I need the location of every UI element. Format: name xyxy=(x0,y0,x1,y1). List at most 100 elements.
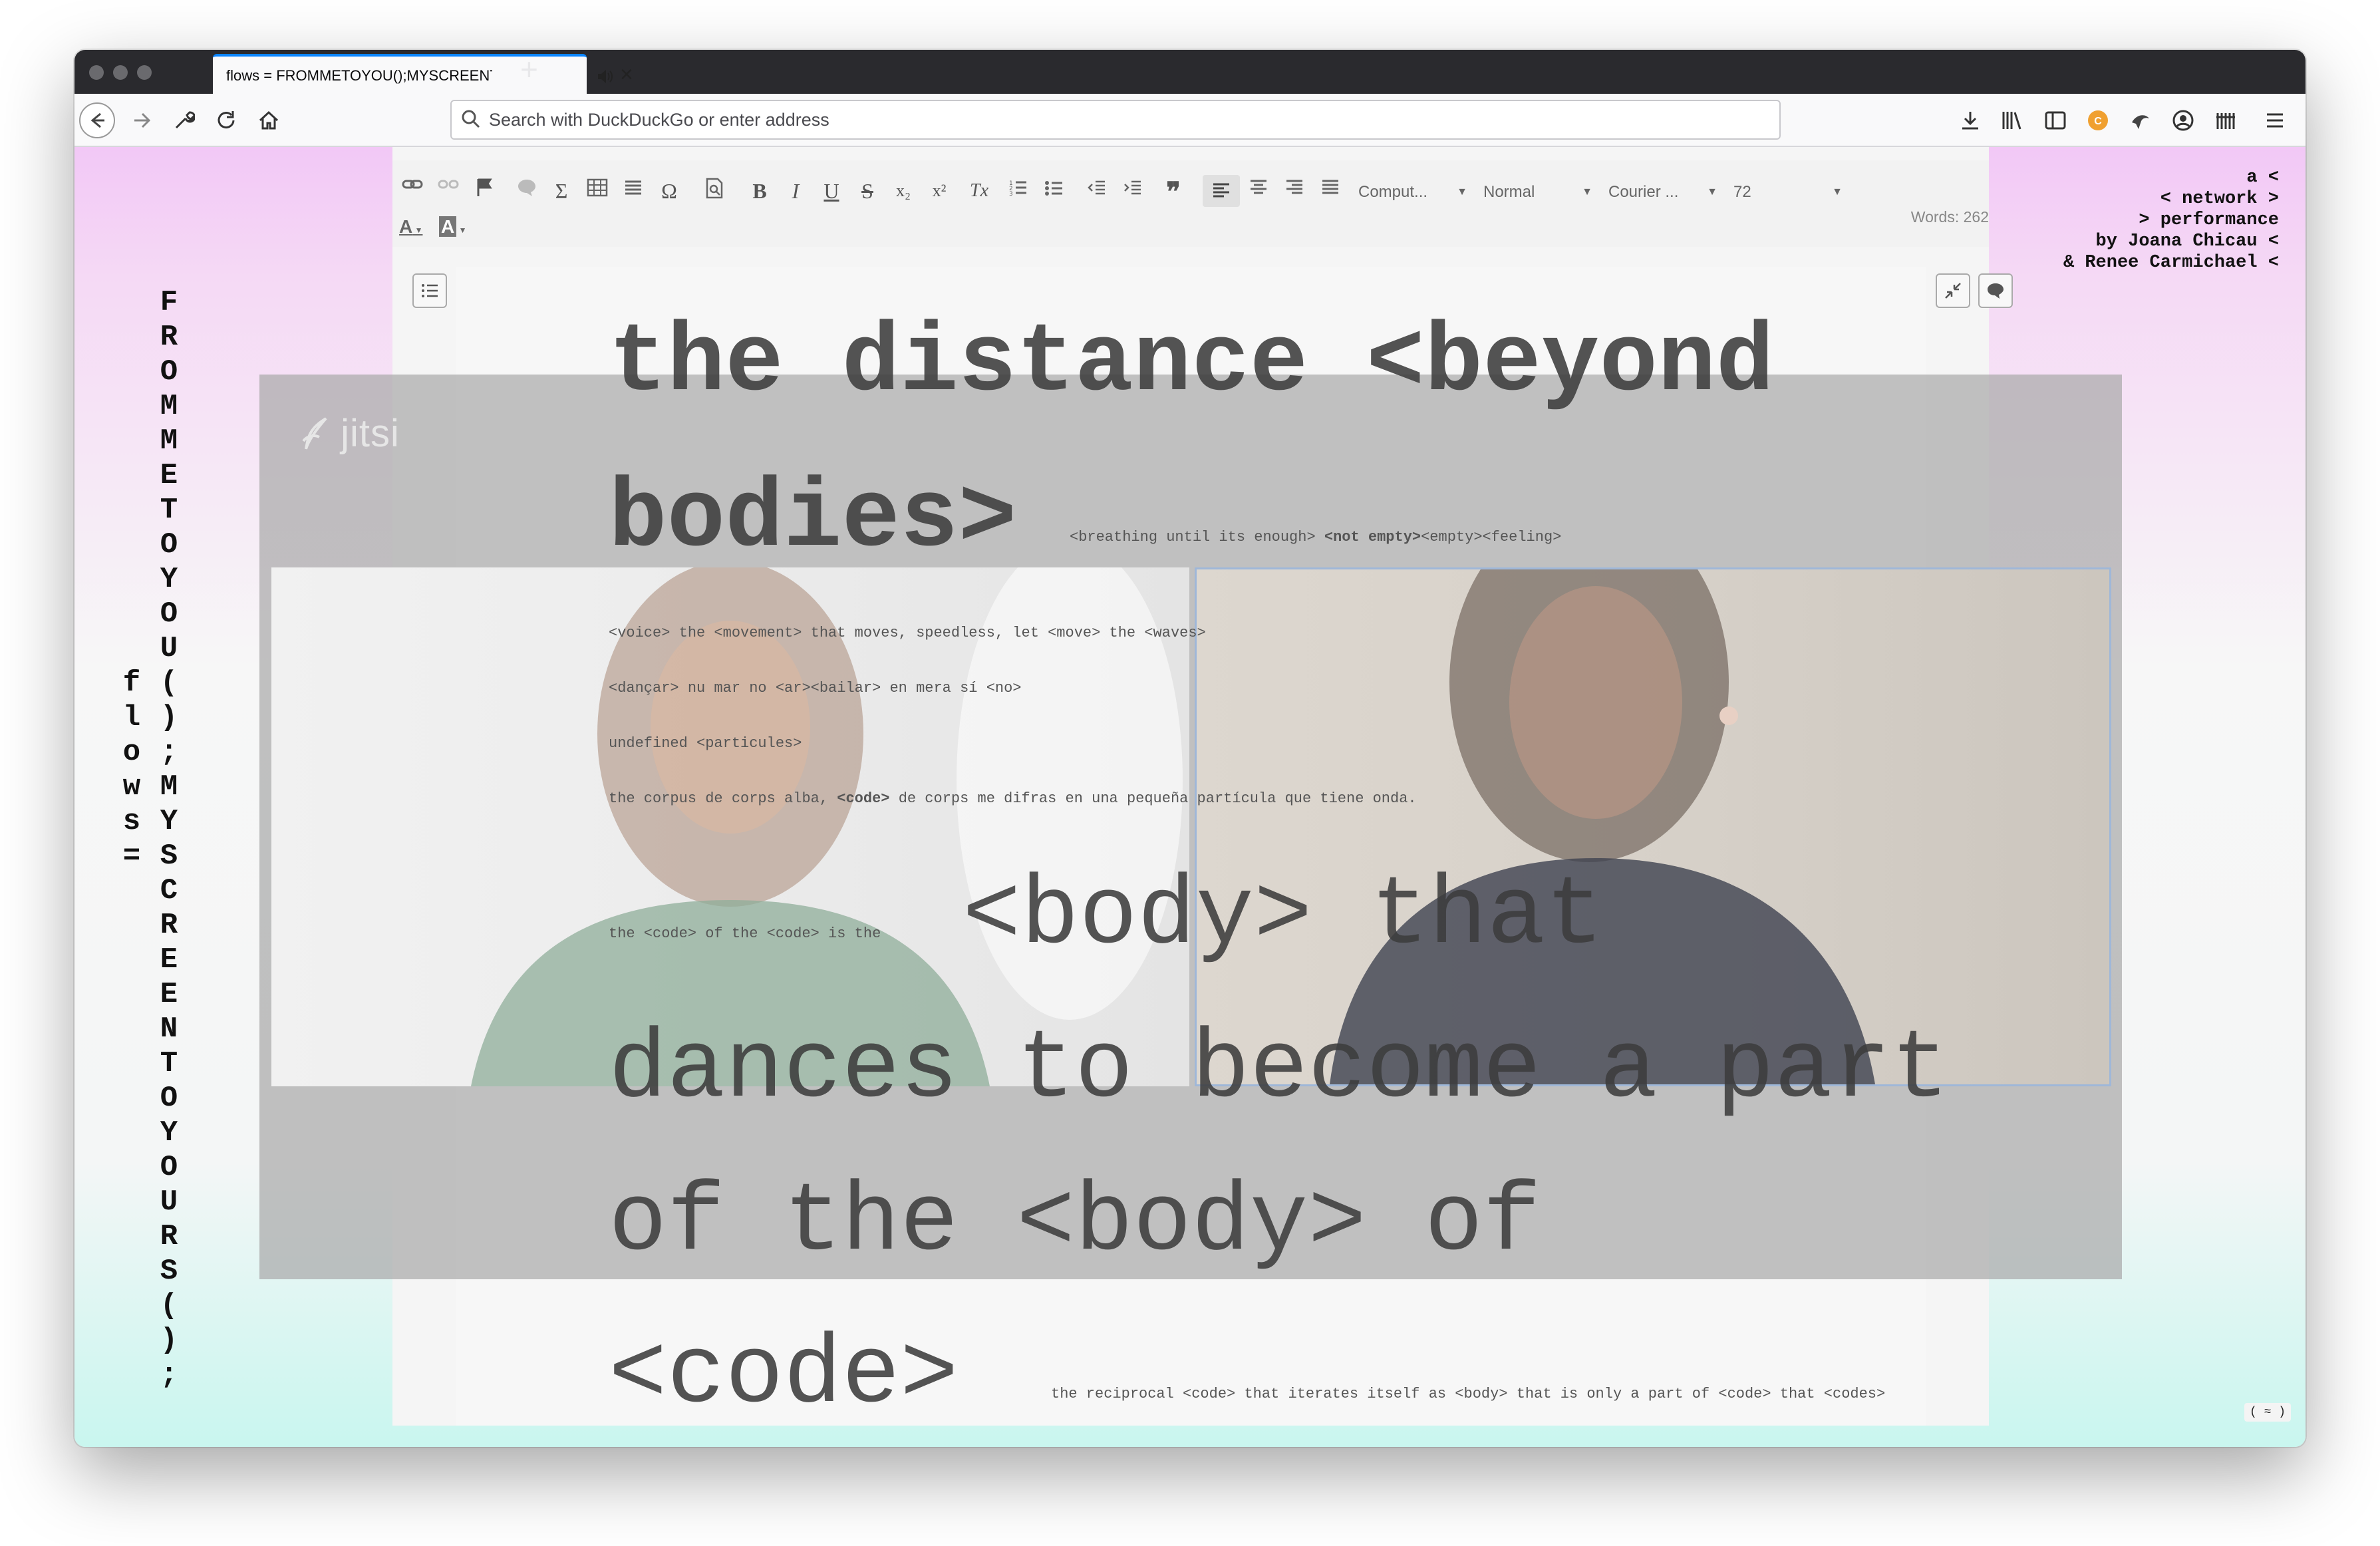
align-justify-button[interactable] xyxy=(1314,178,1346,198)
heading-line-2: bodies> xyxy=(609,464,1017,574)
close-tab-icon[interactable]: × xyxy=(620,63,633,86)
text-line-undefined: undefined <particules> xyxy=(609,735,802,752)
sigma-icon[interactable]: Σ xyxy=(545,178,577,204)
window-close-dot[interactable] xyxy=(89,65,104,80)
flag-icon[interactable] xyxy=(468,178,500,198)
account-icon[interactable] xyxy=(2163,100,2203,140)
vertical-title-flows: flows = xyxy=(122,667,141,873)
font-color-button[interactable]: A ▼ xyxy=(399,214,436,243)
corpus-bold-text: <code> xyxy=(837,790,890,807)
omega-icon[interactable]: Ω xyxy=(653,178,685,204)
url-input[interactable] xyxy=(489,108,1753,132)
text-line-voice: <voice> the <movement> that moves, speed… xyxy=(609,625,1206,641)
jitsi-logo: jitsi xyxy=(299,411,400,456)
format-select[interactable]: Normal ▼ xyxy=(1483,179,1596,206)
reload-icon[interactable] xyxy=(206,100,246,140)
window-minimize-dot[interactable] xyxy=(113,65,128,80)
extension-orange-icon[interactable]: C xyxy=(2078,100,2118,140)
home-icon[interactable] xyxy=(249,100,289,140)
numbered-list-icon[interactable]: 123 xyxy=(1002,178,1034,198)
svg-text:3: 3 xyxy=(1009,191,1013,198)
italic-button[interactable]: I xyxy=(780,178,812,204)
superscript-button[interactable]: x² xyxy=(923,178,955,204)
breathing-text: <breathing until its enough> xyxy=(1070,529,1316,545)
align-left-button[interactable] xyxy=(1203,175,1240,207)
credit-line: a < xyxy=(2246,168,2279,188)
format-value: Normal xyxy=(1483,183,1535,201)
blockquote-button[interactable]: ❞ xyxy=(1157,179,1189,206)
font-family-value: Comput... xyxy=(1358,183,1428,201)
tab-title: flows = FROMMETOYOU();MYSCREENTOYOURS(); xyxy=(226,67,492,84)
word-count: Words: 262 xyxy=(1910,208,1989,226)
window-zoom-dot[interactable] xyxy=(137,65,152,80)
bold-button[interactable]: B xyxy=(744,178,776,204)
font-face-select[interactable]: Courier ... ▼ xyxy=(1608,179,1721,206)
subscript-button[interactable]: x₂ xyxy=(887,178,919,204)
tab-strip: flows = FROMMETOYOU();MYSCREENTOYOURS();… xyxy=(74,50,2306,94)
text-line-code-of-code: the <code> of the <code> is the xyxy=(609,925,881,942)
svg-text:C: C xyxy=(2094,116,2102,127)
chevron-down-icon: ▼ xyxy=(1832,186,1843,198)
address-bar[interactable] xyxy=(450,100,1781,140)
unlink-icon[interactable] xyxy=(432,178,464,191)
download-icon[interactable] xyxy=(1950,100,1990,140)
align-right-button[interactable] xyxy=(1278,178,1310,198)
align-center-button[interactable] xyxy=(1243,178,1274,198)
horizontal-line-icon[interactable] xyxy=(617,178,649,198)
link-icon[interactable] xyxy=(396,178,428,191)
person-left-image xyxy=(471,567,1183,1086)
big-text-of-the-body: of the <body> of xyxy=(609,1167,1541,1278)
big-text-body-that: <body> that xyxy=(963,861,1604,971)
corpus-text: the corpus de corps alba, xyxy=(609,790,829,807)
table-icon[interactable] xyxy=(581,178,613,198)
jitsi-logo-text: jitsi xyxy=(341,412,400,455)
chevron-down-icon: ▼ xyxy=(1457,186,1467,198)
new-tab-icon[interactable]: + xyxy=(520,54,538,84)
page-content: flows = FROMMETOYOU();MYSCREENTOYOURS();… xyxy=(74,147,2306,1447)
participant-video-left[interactable] xyxy=(271,567,1189,1086)
comment-icon[interactable] xyxy=(511,178,543,198)
font-size-value: 72 xyxy=(1733,183,1751,201)
font-size-select[interactable]: 72 ▼ xyxy=(1733,179,1847,206)
indent-icon[interactable] xyxy=(1116,178,1148,198)
credit-line: > performance xyxy=(2139,210,2279,230)
sidebar-icon[interactable] xyxy=(2035,100,2075,140)
strikethrough-button[interactable]: S xyxy=(851,178,883,204)
credit-line: & Renee Carmichael < xyxy=(2063,253,2279,273)
wrench-icon[interactable] xyxy=(164,100,204,140)
chat-button[interactable] xyxy=(1978,273,2013,308)
text-line-reciprocal: the reciprocal <code> that iterates itse… xyxy=(1051,1386,1886,1402)
collapse-icon xyxy=(1945,283,1961,299)
text-line-corpus: the corpus de corps alba, <code> de corp… xyxy=(609,790,1417,807)
credit-line: < network > xyxy=(2160,189,2279,209)
speaker-icon[interactable] xyxy=(596,67,615,89)
editor-toolbar: Σ Ω B I U S x₂ x² Tx 123 ❞ Comput... ▼ N… xyxy=(392,160,1989,247)
menu-icon[interactable] xyxy=(2255,100,2295,140)
search-icon xyxy=(462,110,480,128)
list-icon xyxy=(422,284,438,297)
participant-video-right[interactable] xyxy=(1195,567,2111,1086)
outdent-icon[interactable] xyxy=(1080,178,1112,198)
person-right-image xyxy=(1330,569,1875,1084)
bullet-list-icon[interactable] xyxy=(1038,178,1070,198)
outline-toggle-button[interactable] xyxy=(412,273,447,308)
corner-toggle-button[interactable]: ( ≈ ) xyxy=(2244,1403,2291,1422)
library-icon[interactable] xyxy=(1993,100,2033,140)
back-button[interactable] xyxy=(77,100,117,140)
breathing-tail: <empty><feeling> xyxy=(1421,529,1562,545)
credits: a < < network > > performance by Joana C… xyxy=(2063,167,2279,273)
background-color-button[interactable]: A ▼ xyxy=(439,214,476,243)
navigation-bar: C xyxy=(74,94,2306,147)
font-family-select[interactable]: Comput... ▼ xyxy=(1358,179,1471,206)
clear-format-button[interactable]: Tx xyxy=(963,178,995,204)
chat-icon xyxy=(1988,283,2004,299)
extension-bird-icon[interactable] xyxy=(2121,100,2160,140)
extension-bars-icon[interactable] xyxy=(2206,100,2246,140)
underline-button[interactable]: U xyxy=(816,178,847,204)
collapse-button[interactable] xyxy=(1936,273,1970,308)
vertical-title-main: FROMMETOYOU();MYSCREENTOYOURS(); xyxy=(160,286,178,1392)
jitsi-bird-icon xyxy=(302,417,327,450)
forward-button[interactable] xyxy=(122,100,162,140)
preview-icon[interactable] xyxy=(698,178,730,199)
heading-line-1: the distance <beyond xyxy=(609,308,1775,418)
